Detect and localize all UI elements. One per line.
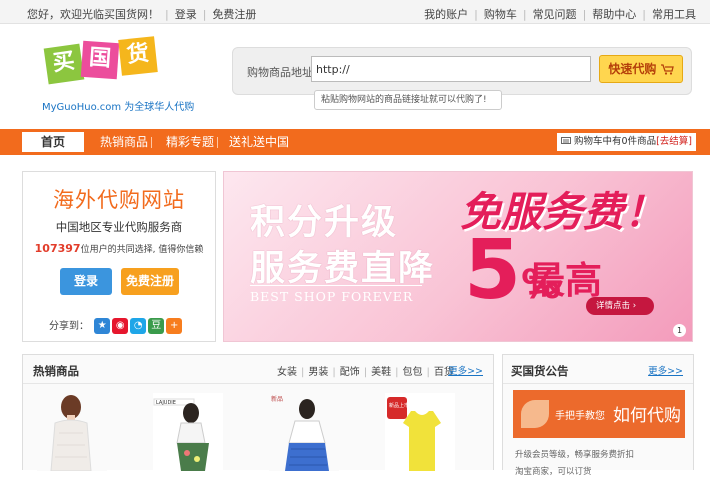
- product-thumbnail[interactable]: 新品: [269, 393, 339, 471]
- nav-gifts-china[interactable]: 送礼送中国: [229, 129, 289, 155]
- divider: [23, 383, 493, 384]
- banner-number: 5: [464, 223, 522, 318]
- divider: [503, 383, 693, 384]
- hot-products-title: 热销商品: [33, 364, 79, 378]
- faq-link[interactable]: 常见问题: [533, 8, 577, 21]
- category-accessories[interactable]: 配饰: [340, 367, 360, 378]
- how-to-buy-banner[interactable]: 手把手教您 如何代购: [513, 390, 685, 438]
- intro-panel: 海外代购网站 中国地区专业代购服务商 107397位用户的共同选择, 值得你信赖…: [22, 171, 216, 342]
- cart-count-text: 购物车中有0件商品: [574, 136, 657, 147]
- nav-hot-products[interactable]: 热销商品: [100, 129, 148, 155]
- promo-sticker: 新品上市: [389, 402, 409, 409]
- intro-subtitle: 中国地区专业代购服务商: [55, 220, 183, 234]
- share-bar: 分享到： ★ ◉ ◔ 豆 +: [49, 317, 183, 334]
- banner-rule: [250, 285, 422, 286]
- qzone-star-icon[interactable]: ★: [94, 318, 111, 334]
- register-link[interactable]: 免费注册: [212, 8, 256, 21]
- banner-highest: 最高: [528, 259, 602, 302]
- quick-buy-button[interactable]: 快速代购: [599, 55, 683, 83]
- notice-title: 买国货公告: [511, 364, 569, 378]
- nav-home[interactable]: 首页: [22, 132, 84, 152]
- product-thumbnail[interactable]: [37, 393, 107, 471]
- site-logo[interactable]: 买 国 货 MyGuoHuo.com 为全球华人代购: [40, 32, 210, 114]
- main-nav: 首页 热销商品 精彩专题 送礼送中国 购物车中有0件商品[去结算]: [0, 129, 710, 155]
- nav-divider: [151, 137, 152, 148]
- arrow-right-icon: ›: [632, 301, 637, 311]
- intro-login-button[interactable]: 登录: [60, 268, 112, 295]
- douban-icon[interactable]: 豆: [148, 318, 165, 334]
- welcome-text: 您好，欢迎光临买国货网！: [27, 8, 159, 21]
- more-share-plus-icon[interactable]: +: [166, 318, 183, 334]
- cart-icon: [561, 137, 571, 144]
- top-bar-right: 我的账户 | 购物车 | 常见问题 | 帮助中心 | 常用工具: [424, 8, 696, 21]
- banner-line2: 服务费直降: [250, 249, 436, 289]
- tencent-weibo-icon[interactable]: ◔: [130, 318, 147, 334]
- cart-icon: [660, 64, 674, 75]
- product-thumbnail[interactable]: 新品上市: [385, 393, 455, 471]
- product-url-input[interactable]: [311, 56, 591, 82]
- user-count: 107397: [34, 242, 81, 255]
- notice-item[interactable]: 升级会员等级，畅享服务费折扣: [515, 448, 634, 460]
- hot-categories: 女装 | 男装 | 配饰 | 美鞋 | 包包 | 百货: [277, 367, 454, 378]
- nav-divider: [217, 137, 218, 148]
- user-count-text: 107397位用户的共同选择, 值得你信赖: [23, 242, 215, 255]
- brand-label: LAJUDIE: [156, 400, 176, 406]
- intro-register-button[interactable]: 免费注册: [121, 268, 179, 295]
- search-tooltip: 粘贴购物网站的商品链接址就可以代购了!: [314, 90, 502, 110]
- notice-item[interactable]: 淘宝商家，可以订货: [515, 465, 592, 477]
- promo-banner[interactable]: 积分升级 服务费直降 BEST SHOP FOREVER 免服务费！ 5% 最高…: [223, 171, 693, 342]
- banner-line1: 积分升级: [250, 203, 399, 243]
- banner-details-button[interactable]: 详情点击 ›: [586, 297, 655, 315]
- product-thumbnail[interactable]: LAJUDIE: [153, 393, 223, 471]
- share-label: 分享到：: [49, 321, 89, 332]
- notice-panel: 买国货公告 更多>> 手把手教您 如何代购 升级会员等级，畅享服务费折扣 淘宝商…: [502, 354, 694, 477]
- nav-featured-topics[interactable]: 精彩专题: [166, 129, 214, 155]
- banner-page-indicator[interactable]: 1: [673, 324, 686, 337]
- logo-tile: 买: [43, 43, 85, 85]
- how-to-big: 如何代购: [613, 406, 681, 426]
- weibo-icon[interactable]: ◉: [112, 318, 129, 334]
- logo-tile: 货: [118, 36, 158, 76]
- search-label: 购物商品地址:: [247, 66, 317, 79]
- details-label: 详情点击: [596, 301, 631, 311]
- notice-more-link[interactable]: 更多>>: [648, 363, 683, 377]
- quick-buy-label: 快速代购: [608, 62, 657, 76]
- cart-summary[interactable]: 购物车中有0件商品[去结算]: [557, 133, 696, 151]
- tools-link[interactable]: 常用工具: [652, 8, 696, 21]
- login-link[interactable]: 登录: [175, 8, 197, 21]
- how-to-small: 手把手教您: [555, 411, 605, 422]
- svg-text:新品: 新品: [271, 395, 283, 403]
- product-url-search: 购物商品地址: 快速代购: [232, 47, 692, 95]
- banner-english: BEST SHOP FOREVER: [250, 289, 414, 304]
- category-men[interactable]: 男装: [308, 367, 328, 378]
- hot-more-link[interactable]: 更多>>: [448, 363, 483, 377]
- category-women[interactable]: 女装: [277, 367, 297, 378]
- logo-tagline: MyGuoHuo.com 为全球华人代购: [42, 102, 195, 113]
- top-bar: 您好，欢迎光临买国货网！ | 登录 | 免费注册 我的账户 | 购物车 | 常见问题 | 帮助中心 |…: [0, 0, 710, 24]
- checkout-link[interactable]: [去结算]: [656, 136, 692, 147]
- hot-products-panel: 热销商品 女装 | 男装 | 配饰 | 美鞋 | 包包 | 百货 更多>> LAJUDIE 新品 新…: [22, 354, 494, 471]
- user-count-label: 位用户的共同选择, 值得你信赖: [80, 245, 204, 255]
- intro-title: 海外代购网站: [53, 188, 185, 212]
- cart-link[interactable]: 购物车: [484, 8, 517, 21]
- leaf-icon: [521, 400, 549, 428]
- logo-tile: 国: [80, 40, 120, 80]
- category-shoes[interactable]: 美鞋: [371, 367, 391, 378]
- my-account-link[interactable]: 我的账户: [424, 8, 468, 21]
- help-center-link[interactable]: 帮助中心: [592, 8, 636, 21]
- category-bags[interactable]: 包包: [403, 367, 423, 378]
- top-bar-left: 您好，欢迎光临买国货网！ | 登录 | 免费注册: [27, 8, 257, 21]
